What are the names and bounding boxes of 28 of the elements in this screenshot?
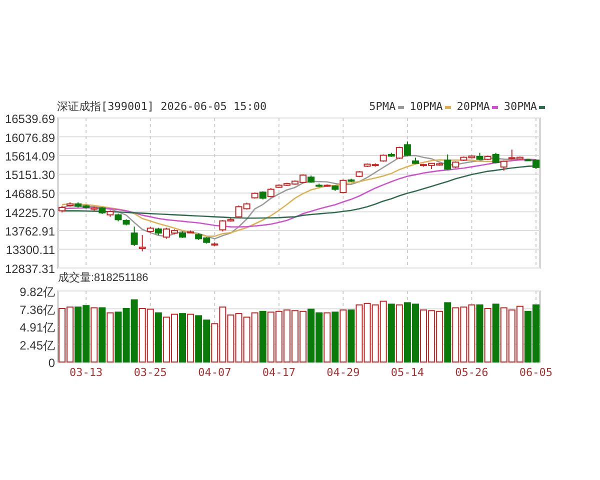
- axis-label: 13300.11: [6, 243, 55, 258]
- axis-label: 7.36亿: [20, 302, 55, 317]
- axis-label: 14688.50: [4, 187, 55, 201]
- volume-label: 成交量:818251186: [58, 272, 148, 285]
- legend-label: 30PMA: [504, 101, 537, 113]
- axis-label: 16076.89: [4, 130, 55, 145]
- legend-label: 5PMA: [369, 101, 396, 113]
- date-label: 06-05: [519, 366, 553, 379]
- date-label: 03-13: [70, 366, 103, 379]
- axis-label: 14225.70: [4, 206, 55, 220]
- axis-label: 9.82亿: [20, 285, 55, 299]
- date-label: 04-29: [326, 366, 360, 379]
- axis-label: 13762.91: [4, 224, 55, 238]
- legend-label: 20PMA: [456, 101, 490, 113]
- axis-label: 2.45亿: [20, 338, 55, 352]
- axis-label: 0: [48, 356, 55, 370]
- axis-label: 15614.09: [4, 150, 55, 164]
- axis-label: 15151.30: [4, 168, 55, 182]
- date-label: 03-25: [134, 366, 167, 379]
- date-label: 05-14: [390, 366, 424, 379]
- chart-title: 深证成指[399001] 2026-06-05 15:00: [57, 101, 267, 113]
- date-label: 05-26: [455, 366, 488, 379]
- date-label: 04-17: [262, 366, 296, 379]
- legend-label: 10PMA: [410, 101, 443, 113]
- axis-label: 4.91亿: [20, 320, 55, 334]
- date-label: 04-07: [198, 366, 232, 379]
- axis-label: 12837.31: [4, 262, 55, 276]
- axis-label: 16539.69: [4, 112, 55, 126]
